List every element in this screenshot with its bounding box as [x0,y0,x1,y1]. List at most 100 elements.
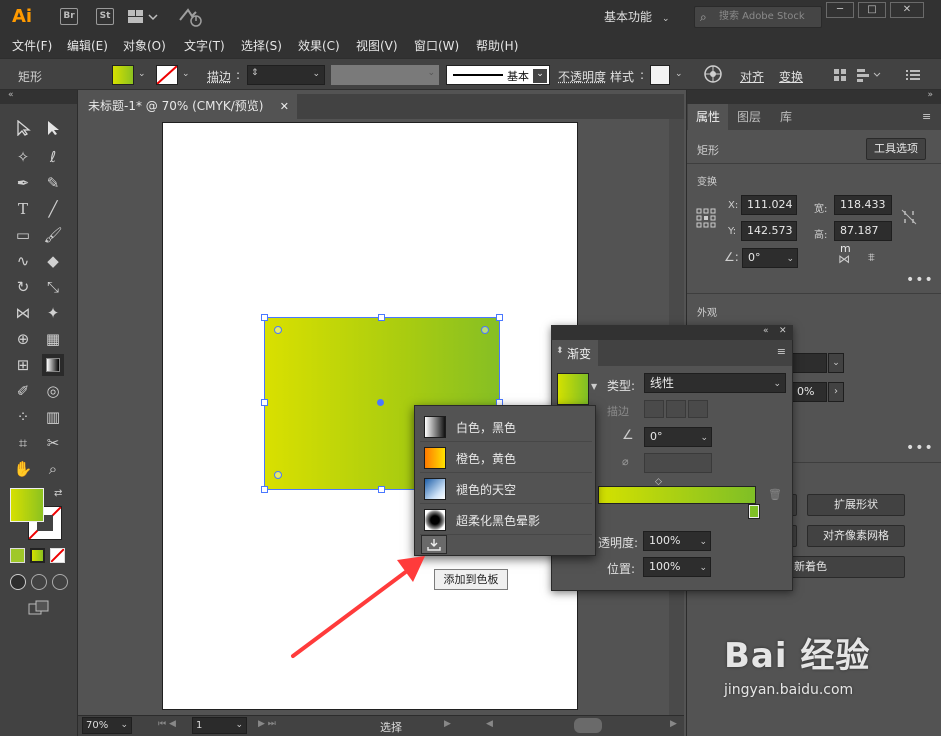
width-tool-icon[interactable]: ⋈ [12,302,34,324]
paintbrush-tool-icon[interactable]: 🖌 [42,224,64,246]
stroke-across-icon[interactable] [688,400,708,418]
align-to-pixel-grid-button[interactable]: 对齐像素网格 [807,525,905,547]
tab-properties[interactable]: 属性 [688,104,728,130]
menu-help[interactable]: 帮助(H) [476,37,518,55]
fill-swatch[interactable] [112,65,134,85]
none-mode-icon[interactable] [50,548,65,563]
selection-tool-icon[interactable] [12,119,34,142]
arrange-documents-icon[interactable] [128,9,158,25]
gradient-preview-swatch[interactable] [557,373,589,405]
corner-widget[interactable] [274,471,282,479]
collapse-panel-icon[interactable]: « [763,326,769,336]
shaper-tool-icon[interactable]: ∿ [12,250,34,272]
zoom-select[interactable]: 70% ⌄ [82,717,132,734]
gradient-tool-icon[interactable] [42,354,64,376]
perspective-grid-tool-icon[interactable]: ▦ [42,328,64,350]
gradient-angle-field[interactable]: 0° ⌄ [644,427,712,447]
pen-tool-icon[interactable]: ✒ [12,172,34,194]
style-dropdown-chevron-icon[interactable]: ⌄ [675,69,683,79]
gradient-slider[interactable] [598,486,756,504]
gradient-preset-dropdown-icon[interactable]: ▼ [591,382,597,391]
handle-top-center[interactable] [378,314,385,321]
fill-color-box[interactable] [10,488,44,522]
bridge-button[interactable]: Br [60,8,78,25]
menu-type[interactable]: 文字(T) [184,37,225,55]
gradient-type-select[interactable]: 线性 ⌄ [644,373,786,393]
scale-tool-icon[interactable]: ⤡ [42,276,64,298]
document-tab[interactable]: 未标题-1* @ 70% (CMYK/预览) ✕ [78,94,297,119]
scroll-right-icon[interactable]: ▶ [670,719,677,729]
close-panel-icon[interactable]: ✕ [779,326,787,336]
constrain-proportions-icon[interactable] [900,208,918,226]
stroke-within-icon[interactable] [644,400,664,418]
eraser-tool-icon[interactable]: ◆ [42,250,64,272]
recolor-button[interactable]: 新着色 [791,556,905,578]
stop-location-field[interactable]: 100% ⌄ [643,557,711,577]
corner-widget[interactable] [274,326,282,334]
curvature-tool-icon[interactable]: ✎ [42,172,64,194]
gradient-stop-end[interactable] [748,504,760,519]
handle-bottom-center[interactable] [378,486,385,493]
close-tab-icon[interactable]: ✕ [280,94,289,119]
preset-white-black[interactable]: 白色，黑色 [420,413,592,442]
expand-shape-button[interactable]: 扩展形状 [807,494,905,516]
rotate-angle-field[interactable]: 0° ⌄ [742,248,798,268]
tab-libraries[interactable]: 库 [780,104,792,130]
shape-builder-tool-icon[interactable]: ⊕ [12,328,34,350]
hand-tool-icon[interactable]: ✋ [12,458,34,480]
line-segment-tool-icon[interactable]: ╱ [42,198,64,220]
adobe-stock-search[interactable]: ⌕ 搜索 Adobe Stock [694,6,822,28]
graphic-style-swatch[interactable] [650,65,670,85]
menu-select[interactable]: 选择(S) [241,37,282,55]
swap-fill-stroke-icon[interactable]: ⇄ [54,488,62,499]
delete-stop-icon[interactable]: 🗑 [768,488,782,501]
corner-widget[interactable] [481,326,489,334]
symbol-sprayer-tool-icon[interactable]: ⁘ [12,406,34,428]
column-graph-tool-icon[interactable]: ▥ [42,406,64,428]
close-window-button[interactable]: ✕ [890,2,924,18]
draw-normal-icon[interactable] [10,574,26,590]
mesh-tool-icon[interactable]: ⊞ [12,354,34,376]
zoom-tool-icon[interactable]: ⌕ [42,458,64,480]
rectangle-tool-icon[interactable]: ▭ [12,224,34,246]
preset-orange-yellow[interactable]: 橙色，黄色 [420,444,592,473]
menu-view[interactable]: 视图(V) [356,37,398,55]
tool-options-button[interactable]: 工具选项 [866,138,926,160]
appearance-opacity-field[interactable]: 0% [791,382,827,402]
panel-menu-icon[interactable] [906,68,920,82]
puppet-warp-tool-icon[interactable]: ✦ [42,302,64,324]
direct-selection-tool-icon[interactable] [42,120,64,142]
preset-soft-black-vignette[interactable]: 超柔化黑色晕影 [420,506,592,535]
draw-behind-icon[interactable] [31,574,47,590]
blend-tool-icon[interactable]: ◎ [42,380,64,402]
gradient-mode-icon[interactable] [30,548,45,563]
handle-bottom-left[interactable] [261,486,268,493]
opacity-label[interactable]: 不透明度 [558,68,606,85]
menu-window[interactable]: 窗口(W) [414,37,459,55]
type-tool-icon[interactable]: T [12,198,34,220]
height-field[interactable]: 87.187 m [834,221,892,255]
brush-definition[interactable]: 基本 ⌄ [446,65,550,85]
properties-menu-icon[interactable]: ≡ [922,110,931,123]
stroke-none-swatch[interactable] [156,65,178,85]
panel-options-toggle-icon[interactable]: ⬍ [556,346,564,356]
stroke-along-icon[interactable] [666,400,686,418]
gradient-panel-title[interactable]: 渐变 [567,345,591,362]
align-link[interactable]: 对齐 [740,68,764,85]
maximize-button[interactable]: □ [858,2,886,18]
magic-wand-tool-icon[interactable]: ✧ [12,146,34,168]
color-mode-icon[interactable] [10,548,25,563]
menu-effect[interactable]: 效果(C) [298,37,340,55]
handle-middle-left[interactable] [261,399,268,406]
more-appearance-options-icon[interactable]: ••• [906,440,934,456]
screen-mode-icon[interactable] [28,600,50,616]
next-artboard-icon[interactable]: ▶ ⏭ [258,719,276,729]
handle-top-right[interactable] [496,314,503,321]
eyedropper-tool-icon[interactable]: ✐ [12,380,34,402]
handle-top-left[interactable] [261,314,268,321]
fill-dropdown-chevron-icon[interactable]: ⌄ [138,69,146,79]
slice-tool-icon[interactable]: ✂ [42,432,64,454]
flip-horizontal-icon[interactable]: ⋈ [838,252,850,266]
y-position-field[interactable]: 142.573 [741,221,797,241]
menu-file[interactable]: 文件(F) [12,37,52,55]
